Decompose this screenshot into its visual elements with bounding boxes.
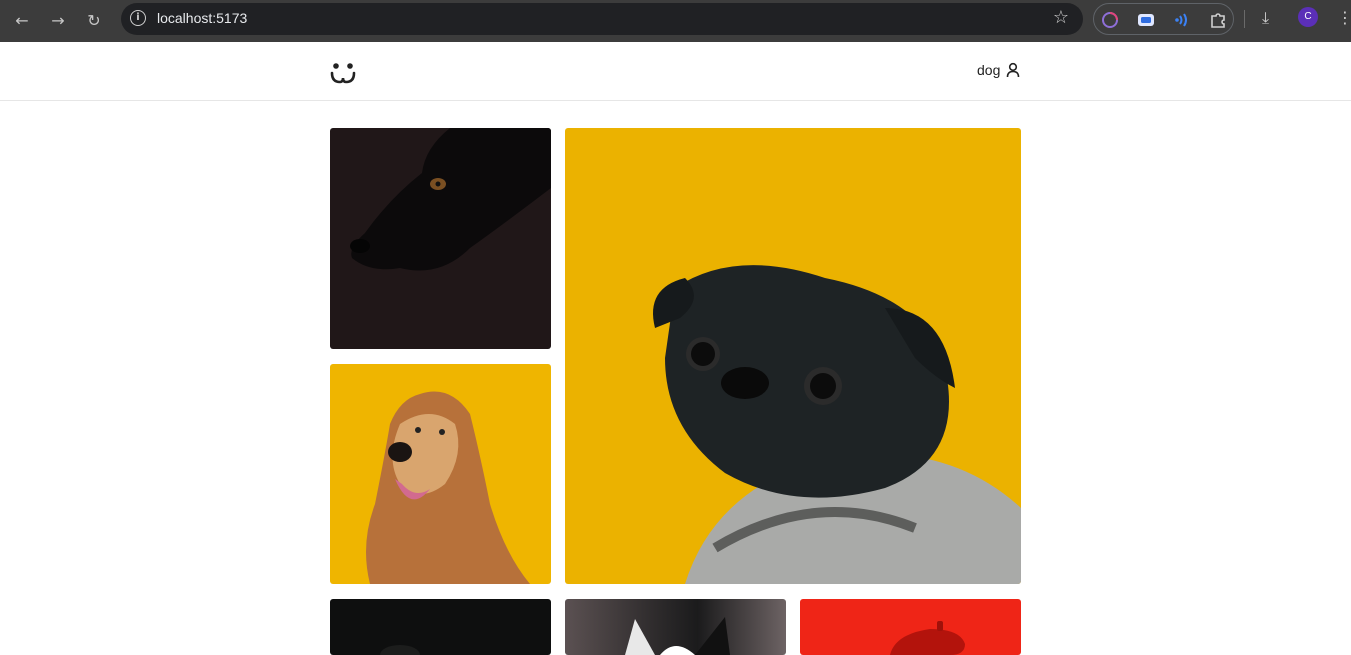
site-info-icon[interactable]: i — [130, 10, 146, 26]
user-menu[interactable]: dog — [977, 62, 1020, 78]
french-bulldog-image — [625, 617, 730, 655]
gallery-item-dark-dog[interactable] — [330, 599, 551, 655]
gallery-item-pug[interactable] — [565, 128, 1021, 584]
gallery-item-french-bulldog[interactable] — [565, 599, 786, 655]
red-beret-dog-image — [890, 621, 965, 655]
extensions-group — [1093, 3, 1234, 35]
toolbar-divider — [1244, 10, 1245, 28]
afghan-hound-image — [366, 391, 530, 584]
black-dog-image — [350, 128, 551, 271]
url-text[interactable]: localhost:5173 — [157, 10, 247, 26]
forward-icon[interactable]: → — [45, 8, 71, 34]
app-header: dog — [0, 42, 1351, 101]
extensions-puzzle-icon[interactable] — [1209, 11, 1227, 29]
audio-waves-extension-icon[interactable] — [1173, 11, 1191, 29]
address-bar[interactable]: i localhost:5173 ☆ — [121, 3, 1083, 35]
pug-in-sweater-image — [653, 265, 1021, 584]
gallery-item-black-dog[interactable] — [330, 128, 551, 349]
gallery-item-red-beret-dog[interactable] — [800, 599, 1021, 655]
browser-toolbar: ← → ↻ i localhost:5173 ☆ ⤓ C ⋮ — [0, 0, 1351, 42]
bookmark-star-icon[interactable]: ☆ — [1053, 7, 1069, 28]
gallery-item-afghan-hound[interactable] — [330, 364, 551, 584]
circle-extension-icon[interactable] — [1101, 11, 1119, 29]
user-icon — [1007, 62, 1020, 78]
reload-icon[interactable]: ↻ — [81, 8, 107, 34]
dark-dog-image — [380, 645, 420, 655]
dog-face-logo-icon[interactable] — [330, 60, 356, 84]
username-label: dog — [977, 62, 1001, 78]
browser-menu-icon[interactable]: ⋮ — [1337, 8, 1351, 27]
download-icon[interactable]: ⤓ — [1262, 8, 1269, 28]
back-icon[interactable]: ← — [9, 8, 35, 34]
profile-avatar[interactable]: C — [1298, 7, 1318, 27]
screen-capture-extension-icon[interactable] — [1137, 11, 1155, 29]
